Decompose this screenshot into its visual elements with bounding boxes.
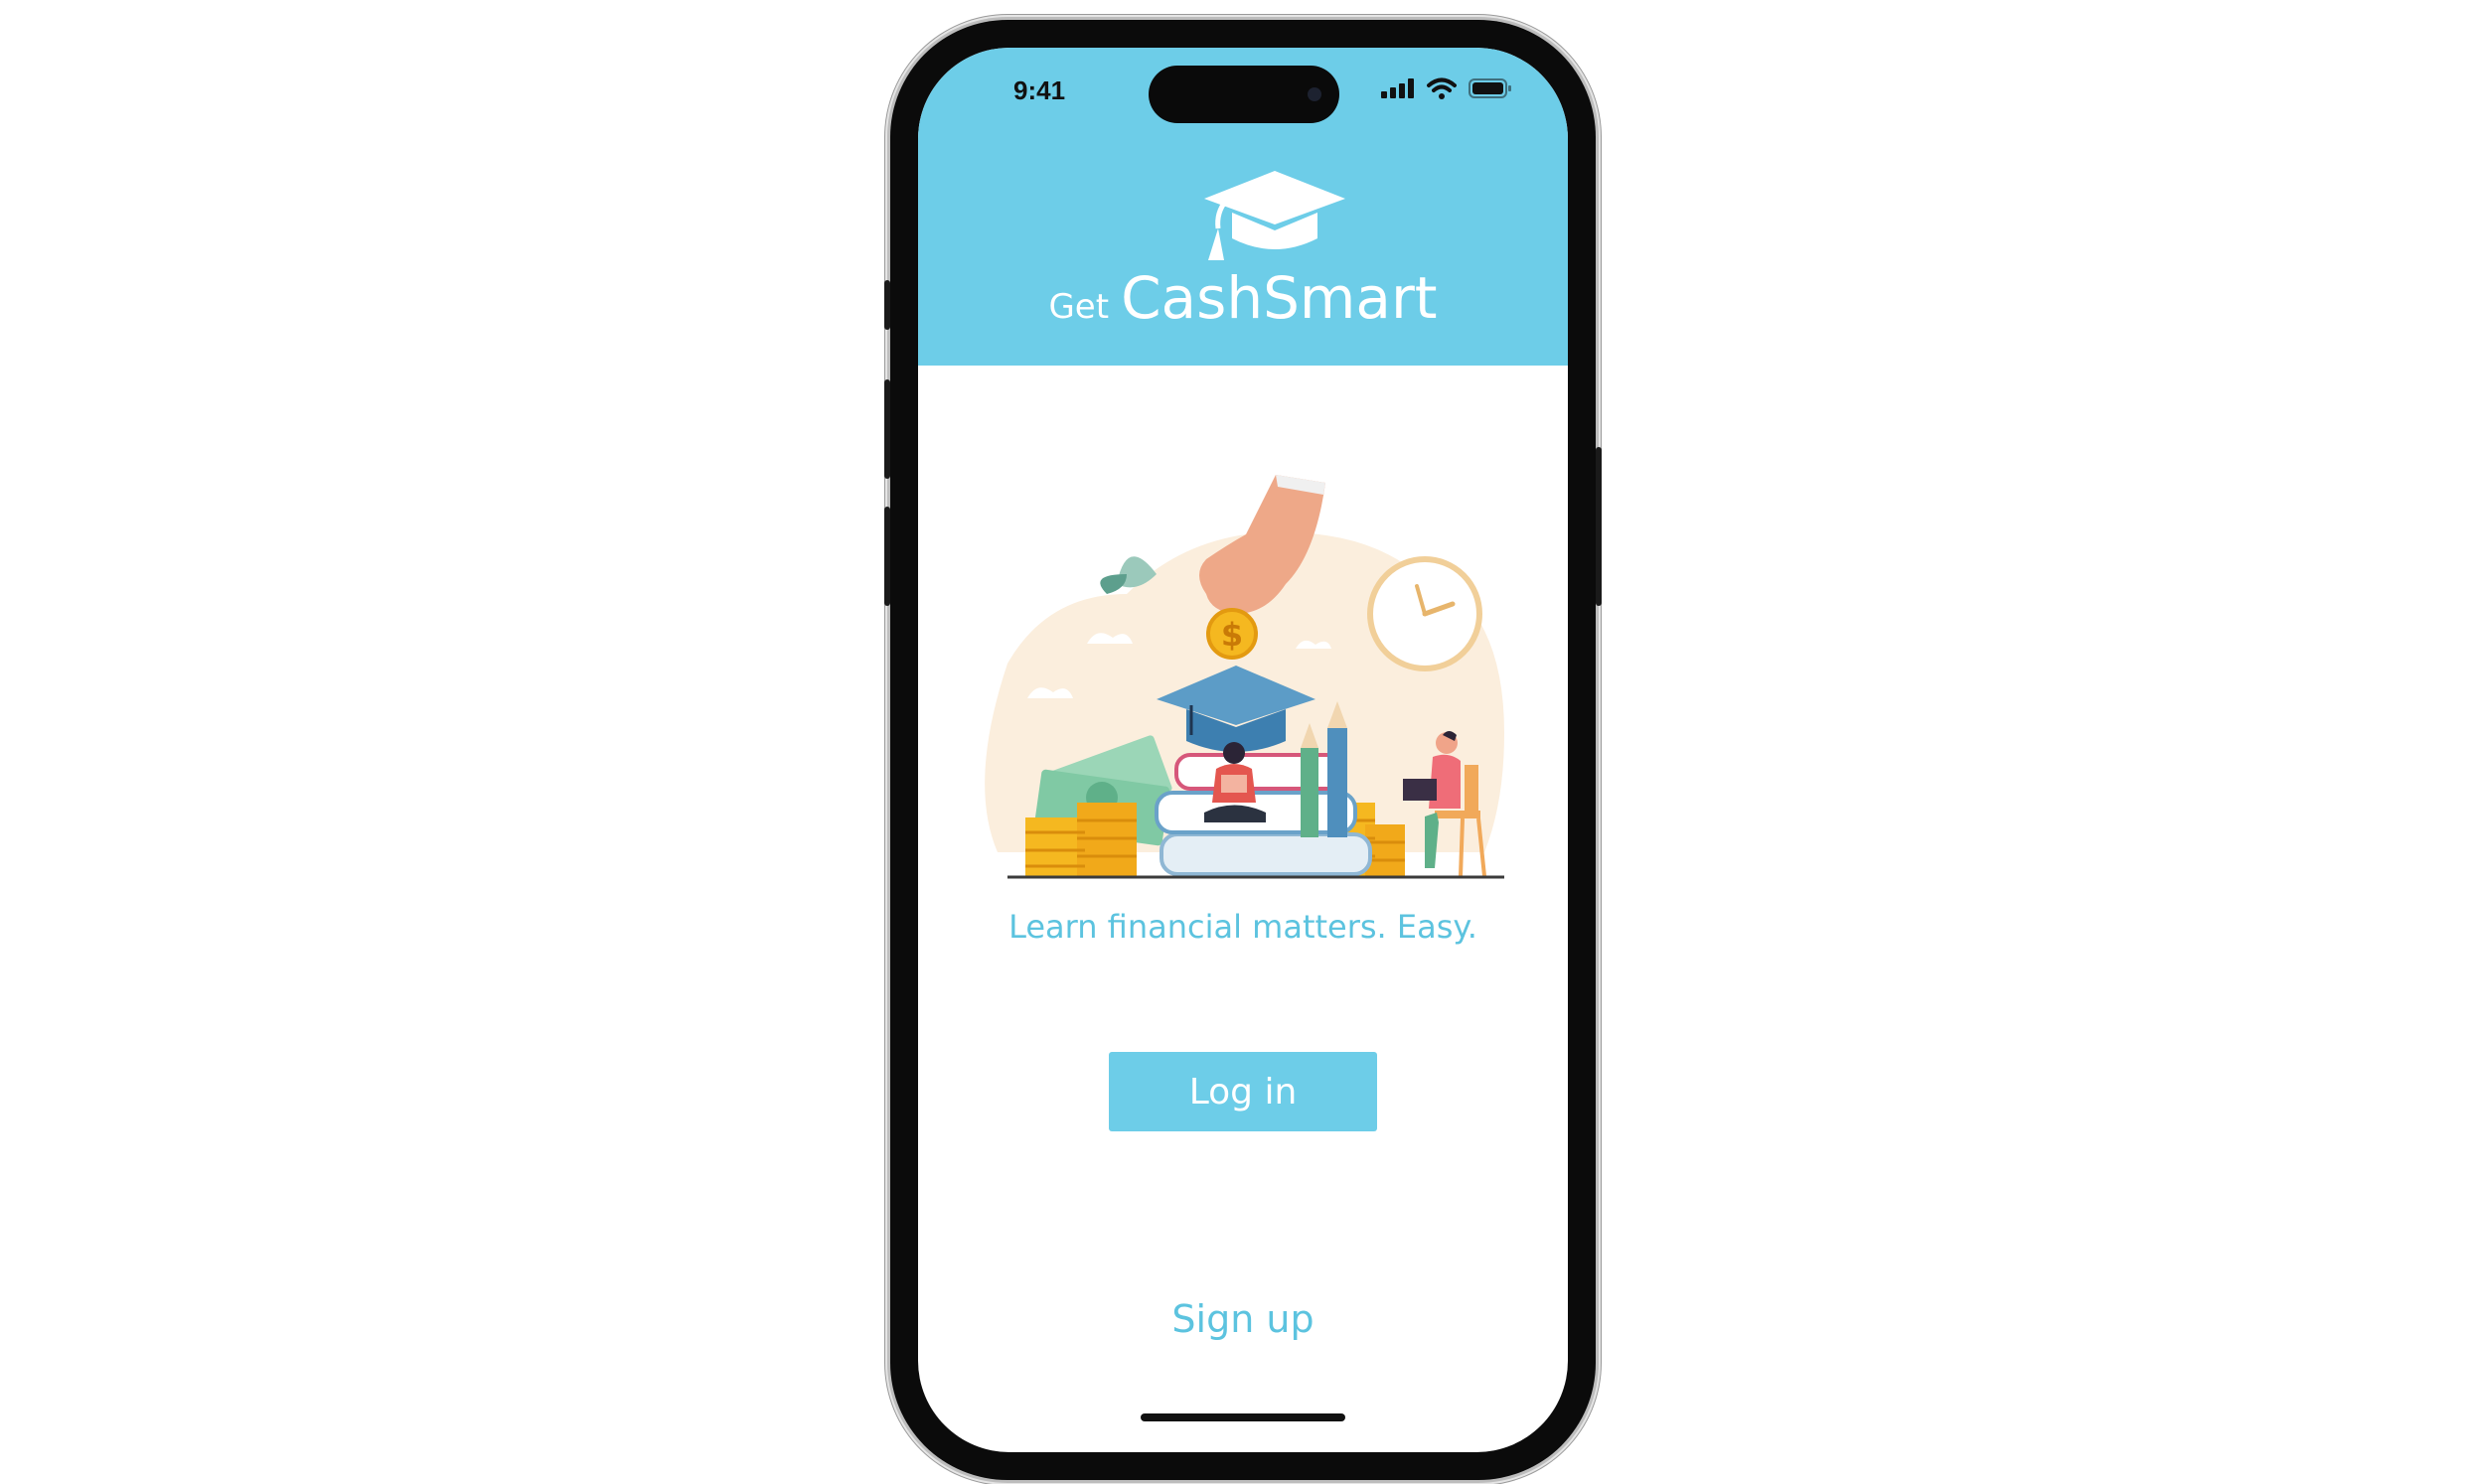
status-icons bbox=[1381, 77, 1512, 99]
logo-name: CashSmart bbox=[1121, 264, 1438, 332]
signal-icon bbox=[1381, 78, 1414, 98]
wifi-icon bbox=[1427, 77, 1457, 99]
signup-link[interactable]: Sign up bbox=[918, 1297, 1568, 1341]
volume-down-button bbox=[884, 507, 890, 606]
power-button bbox=[1596, 447, 1602, 606]
svg-text:$: $ bbox=[1221, 616, 1243, 654]
dynamic-island bbox=[1149, 66, 1339, 123]
phone-frame: 9:41 Get CashSmart $ Learn financial mat… bbox=[884, 20, 1602, 1480]
login-button[interactable]: Log in bbox=[1109, 1052, 1377, 1131]
hero-illustration: $ bbox=[985, 475, 1504, 879]
app-header: 9:41 Get CashSmart bbox=[918, 48, 1568, 366]
tagline: Learn financial matters. Easy. bbox=[1008, 908, 1477, 946]
home-indicator[interactable] bbox=[1141, 1413, 1345, 1421]
silent-switch bbox=[884, 280, 890, 330]
volume-up-button bbox=[884, 379, 890, 479]
logo-prefix: Get bbox=[1048, 287, 1110, 327]
camera-icon bbox=[1308, 87, 1321, 101]
app-logo: Get CashSmart bbox=[918, 264, 1568, 332]
graduation-cap-icon bbox=[1204, 171, 1345, 260]
screen: 9:41 Get CashSmart $ Learn financial mat… bbox=[918, 48, 1568, 1452]
status-time: 9:41 bbox=[1013, 75, 1066, 105]
battery-icon bbox=[1469, 78, 1511, 98]
